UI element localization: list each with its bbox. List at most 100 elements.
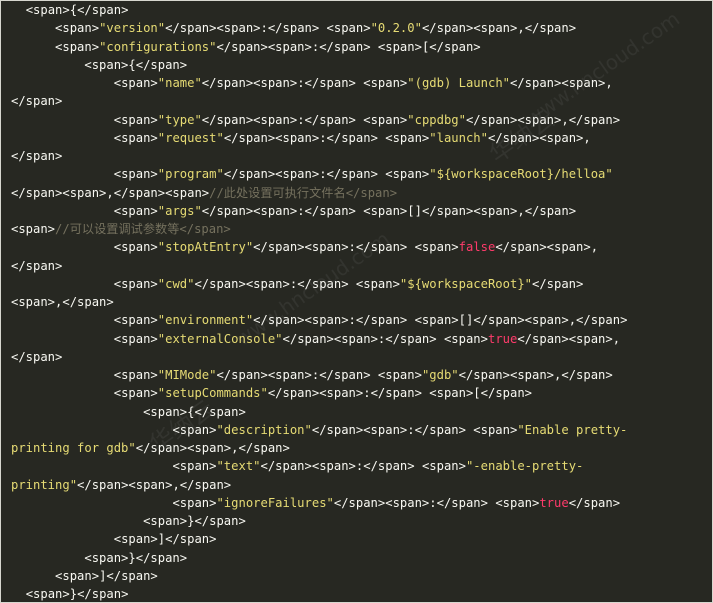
code-token: : [348,240,356,255]
code-token: : [363,386,371,401]
code-token: <span> [113,386,158,401]
code-token: <span> [55,568,100,583]
code-token: </span> [345,185,398,200]
code-line: <span>,</span> [11,293,627,311]
code-token: , [568,313,577,328]
code-token: </span> [355,313,415,328]
code-token: <span> [377,368,422,382]
code-token: </span> [297,276,356,291]
code-token: </span> [11,258,63,273]
code-token: : [297,76,305,90]
code-token: </span><span> [421,21,518,36]
code-token: : [348,313,356,328]
code-token: <span> [113,276,158,291]
code-token: : [407,422,415,437]
code-token: , [517,21,525,36]
code-token: </span><span> [510,76,606,90]
code-line: <span>"externalConsole"</span><span>:</s… [11,330,627,348]
code-token: "cwd" [157,276,195,291]
code-token: <span> [172,495,217,510]
code-token: : [319,167,327,182]
code-token: "MIMode" [157,368,217,382]
code-token: <span> [443,331,488,346]
code-token: <span> [113,240,158,255]
code-token: true [539,495,569,510]
code-token: <span> [113,532,158,547]
code-token: </span> [135,57,188,72]
code-token: </span> [363,459,422,474]
code-token: <span> [113,368,158,382]
code-token: </span><span> [253,240,349,255]
code-token: "${workspaceRoot}" [399,276,532,291]
code-line: <span>"request"</span><span>:</span> <sp… [11,129,627,147]
code-token: </span> [238,441,290,455]
code-token: </span><span> [216,39,312,54]
code-line: </span><span>,</span><span>//此处设置可执行文件名<… [11,184,627,202]
code-token: <span> [429,386,474,401]
code-token: <span> [495,495,540,510]
code-token: </span><span> [473,313,569,328]
code-token: "args" [157,203,202,218]
code-token: </span><span> [113,185,210,200]
code-line: <span>"description"</span><span>:</span>… [11,421,627,439]
code-token: </span> [304,203,364,218]
code-line: <span>{</span> [11,56,627,74]
code-token: <span> [84,57,129,72]
code-token: </span><span> [201,112,298,127]
code-token: </span> [524,21,577,36]
code-token: <span> [355,276,400,291]
code-token: : [260,21,268,36]
code-token: </span> [385,331,444,346]
code-token: </span> [326,167,386,182]
code-token: <span> [55,39,100,54]
code-token: : [297,203,305,218]
code-token: , [517,203,525,218]
code-token: <span> [326,21,371,36]
code-token: </span><span> [260,459,356,474]
code-token: [ [473,386,481,401]
code-line: <span>]</span> [11,567,627,585]
code-token: </span> [355,240,415,255]
code-token: "Enable pretty- [517,422,628,437]
code-token: </span> [568,495,621,510]
code-token: "stopAtEntry" [157,240,254,255]
code-line: <span>{</span> [11,1,627,19]
code-token: </span> [429,39,481,54]
code-token: </span><span> [223,130,320,145]
code-token: </span> [194,404,246,419]
code-line: printing"</span><span>,</span> [11,476,627,494]
code-token: [] [458,313,474,328]
code-token: </span><span> [194,276,290,291]
code-token: : [429,495,437,510]
code-token: </span><span> [216,368,312,382]
code-line: <span>"setupCommands"</span><span>:</spa… [11,384,627,402]
code-token: </span> [319,368,378,382]
code-token: : [297,112,305,127]
code-token: <span> [113,130,158,145]
code-token: <span> [385,130,430,145]
code-token: false [458,240,496,255]
code-token: </span> [77,587,129,601]
code-token: </span><span> [223,167,320,182]
code-token: "cppdbg" [407,112,466,127]
code-line: <span>"cwd"</span><span>:</span> <span>"… [11,275,627,293]
code-token: </span> [414,422,474,437]
code-token: , [561,112,569,127]
code-token: <span> [113,112,158,127]
code-token: { [128,57,136,72]
code-token: </span> [11,94,63,109]
code-token: </span> [326,130,386,145]
code-token: </span><span> [11,185,107,200]
code-viewer-frame: <span>{</span> <span>"version"</span><sp… [0,0,713,603]
code-token: </span> [304,112,364,127]
code-token: "environment" [157,313,254,328]
code-line: <span>"configurations"</span><span>:</sp… [11,38,627,56]
